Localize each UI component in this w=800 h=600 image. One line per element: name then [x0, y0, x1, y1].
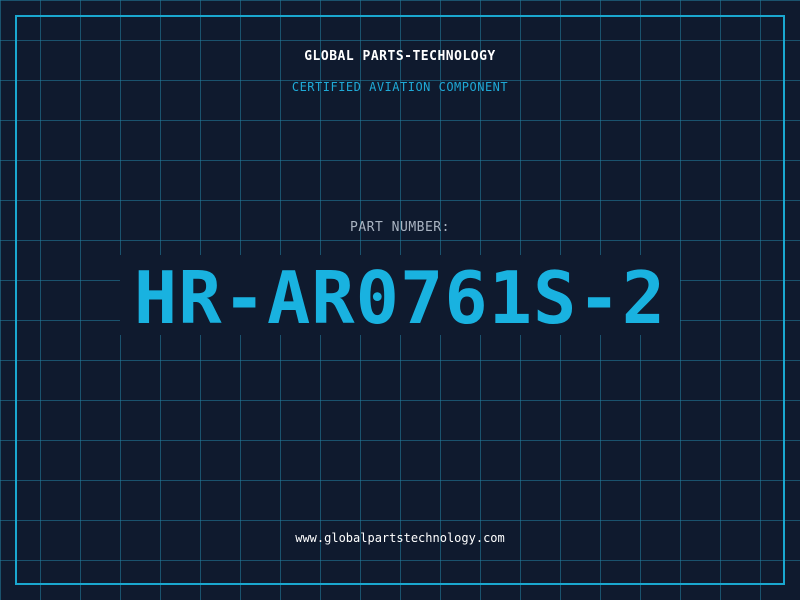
company-name: GLOBAL PARTS-TECHNOLOGY [304, 49, 496, 64]
website-link[interactable]: www.globalpartstechnology.com [0, 531, 800, 545]
certification-subtitle: CERTIFIED AVIATION COMPONENT [291, 80, 509, 94]
part-card: GLOBAL PARTS-TECHNOLOGY CERTIFIED AVIATI… [0, 0, 800, 600]
part-number-label: PART NUMBER: [350, 220, 450, 235]
part-number-value: HR-AR0761S-2 [133, 256, 667, 340]
